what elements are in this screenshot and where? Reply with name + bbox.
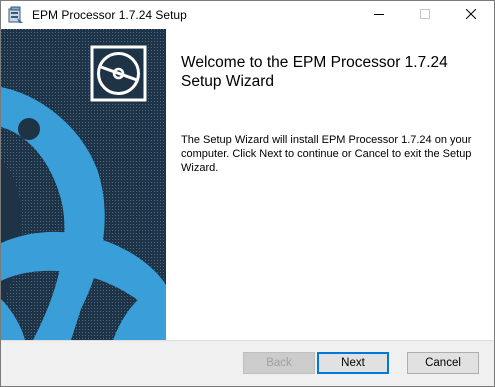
wizard-heading: Welcome to the EPM Processor 1.7.24 Setu… [181,54,448,90]
close-button[interactable] [448,1,494,29]
window-title: EPM Processor 1.7.24 Setup [32,8,187,22]
title-bar[interactable]: EPM Processor 1.7.24 Setup [1,1,494,29]
wizard-description: The Setup Wizard will install EPM Proces… [181,134,472,174]
maximize-button [402,1,448,29]
wizard-content: Welcome to the EPM Processor 1.7.24 Setu… [166,29,494,340]
cancel-button[interactable]: Cancel [407,352,479,374]
back-button: Back [243,352,315,374]
minimize-icon [374,6,384,24]
installer-icon [8,6,24,24]
setup-window: EPM Processor 1.7.24 Setup Welcome to th… [0,0,495,387]
maximize-icon [420,6,430,24]
minimize-button[interactable] [356,1,402,29]
button-bar: Back Next Cancel [1,340,494,386]
close-icon [465,6,477,24]
next-button[interactable]: Next [317,352,389,374]
wizard-banner [1,29,166,340]
